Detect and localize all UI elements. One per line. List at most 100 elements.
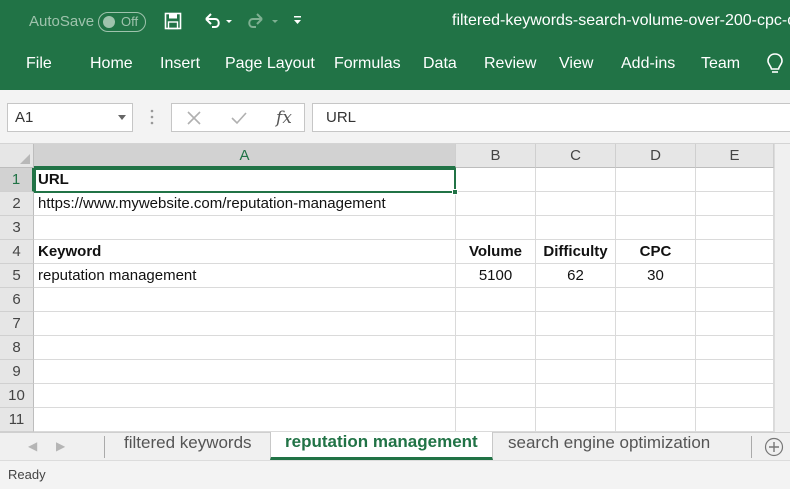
cell-b11[interactable] (456, 408, 536, 432)
tab-formulas[interactable]: Formulas (334, 55, 401, 73)
sheet-tab-reputation-management[interactable]: reputation management (270, 432, 493, 460)
cell-b1[interactable] (456, 168, 536, 192)
cell-b6[interactable] (456, 288, 536, 312)
cell-c11[interactable] (536, 408, 616, 432)
column-header-d[interactable]: D (616, 144, 696, 168)
cell-c10[interactable] (536, 384, 616, 408)
row-header-1[interactable]: 1 (0, 168, 34, 192)
cell-d11[interactable] (616, 408, 696, 432)
sheet-prev-icon[interactable]: ◀ (28, 439, 37, 453)
cell-e11[interactable] (696, 408, 774, 432)
customize-qat-icon[interactable] (292, 10, 304, 32)
tab-review[interactable]: Review (484, 55, 536, 73)
cell-d9[interactable] (616, 360, 696, 384)
row-header-3[interactable]: 3 (0, 216, 34, 240)
cell-d6[interactable] (616, 288, 696, 312)
cell-d5[interactable]: 30 (616, 264, 696, 288)
row-header-6[interactable]: 6 (0, 288, 34, 312)
tab-page-layout[interactable]: Page Layout (225, 55, 315, 73)
tab-add-ins[interactable]: Add-ins (621, 55, 675, 73)
cell-c3[interactable] (536, 216, 616, 240)
tab-insert[interactable]: Insert (160, 55, 200, 73)
save-icon[interactable] (164, 10, 182, 32)
formula-input[interactable]: URL (312, 103, 790, 132)
row-header-4[interactable]: 4 (0, 240, 34, 264)
cell-b8[interactable] (456, 336, 536, 360)
cell-e9[interactable] (696, 360, 774, 384)
cell-d10[interactable] (616, 384, 696, 408)
cell-d8[interactable] (616, 336, 696, 360)
cell-a9[interactable] (34, 360, 456, 384)
cell-d1[interactable] (616, 168, 696, 192)
chevron-down-icon[interactable] (118, 115, 126, 120)
cell-b7[interactable] (456, 312, 536, 336)
redo-icon[interactable] (244, 10, 280, 32)
cell-c1[interactable] (536, 168, 616, 192)
row-header-7[interactable]: 7 (0, 312, 34, 336)
cell-a10[interactable] (34, 384, 456, 408)
cell-d3[interactable] (616, 216, 696, 240)
vertical-scrollbar[interactable] (774, 144, 790, 432)
name-box[interactable]: A1 (7, 103, 133, 132)
enter-check-icon[interactable] (225, 107, 253, 129)
cell-b2[interactable] (456, 192, 536, 216)
row-header-5[interactable]: 5 (0, 264, 34, 288)
cell-a7[interactable] (34, 312, 456, 336)
row-header-11[interactable]: 11 (0, 408, 34, 432)
cell-a8[interactable] (34, 336, 456, 360)
column-header-e[interactable]: E (696, 144, 774, 168)
insert-function-icon[interactable]: fx (270, 107, 298, 129)
row-header-10[interactable]: 10 (0, 384, 34, 408)
sheet-tab-filtered-keywords[interactable]: filtered keywords (110, 433, 266, 460)
tab-view[interactable]: View (559, 55, 593, 73)
cell-c7[interactable] (536, 312, 616, 336)
cancel-icon[interactable] (180, 107, 208, 129)
tab-home[interactable]: Home (90, 55, 133, 73)
cell-e4[interactable] (696, 240, 774, 264)
sheet-tab-search-engine-optimization[interactable]: search engine optimization (494, 433, 724, 460)
tab-data[interactable]: Data (423, 55, 457, 73)
cell-b9[interactable] (456, 360, 536, 384)
cell-b4[interactable]: Volume (456, 240, 536, 264)
cell-b10[interactable] (456, 384, 536, 408)
autosave-toggle[interactable]: Off (98, 12, 146, 32)
cell-d2[interactable] (616, 192, 696, 216)
select-all-corner[interactable] (0, 144, 34, 168)
row-header-2[interactable]: 2 (0, 192, 34, 216)
cell-b3[interactable] (456, 216, 536, 240)
cell-a1[interactable]: URL (34, 168, 456, 192)
cell-a11[interactable] (34, 408, 456, 432)
cell-a2[interactable]: https://www.mywebsite.com/reputation-man… (34, 192, 456, 216)
column-header-b[interactable]: B (456, 144, 536, 168)
cell-e1[interactable] (696, 168, 774, 192)
cell-e7[interactable] (696, 312, 774, 336)
cell-a3[interactable] (34, 216, 456, 240)
tab-file[interactable]: File (26, 55, 52, 73)
cell-c5[interactable]: 62 (536, 264, 616, 288)
cell-e6[interactable] (696, 288, 774, 312)
row-header-9[interactable]: 9 (0, 360, 34, 384)
cell-e10[interactable] (696, 384, 774, 408)
cell-a4[interactable]: Keyword (34, 240, 456, 264)
cell-c4[interactable]: Difficulty (536, 240, 616, 264)
cell-e2[interactable] (696, 192, 774, 216)
row-header-8[interactable]: 8 (0, 336, 34, 360)
cell-b5[interactable]: 5100 (456, 264, 536, 288)
column-header-c[interactable]: C (536, 144, 616, 168)
cell-d4[interactable]: CPC (616, 240, 696, 264)
cell-d7[interactable] (616, 312, 696, 336)
cell-e3[interactable] (696, 216, 774, 240)
sheet-next-icon[interactable]: ▶ (56, 439, 65, 453)
cell-a5[interactable]: reputation management (34, 264, 456, 288)
lightbulb-icon[interactable] (766, 52, 784, 80)
cell-c9[interactable] (536, 360, 616, 384)
cell-c6[interactable] (536, 288, 616, 312)
drag-handle-icon[interactable] (150, 108, 154, 126)
cell-c8[interactable] (536, 336, 616, 360)
cell-c2[interactable] (536, 192, 616, 216)
column-header-a[interactable]: A (34, 144, 456, 168)
cell-e8[interactable] (696, 336, 774, 360)
tab-team[interactable]: Team (701, 55, 740, 73)
undo-icon[interactable] (202, 10, 232, 32)
cell-a6[interactable] (34, 288, 456, 312)
